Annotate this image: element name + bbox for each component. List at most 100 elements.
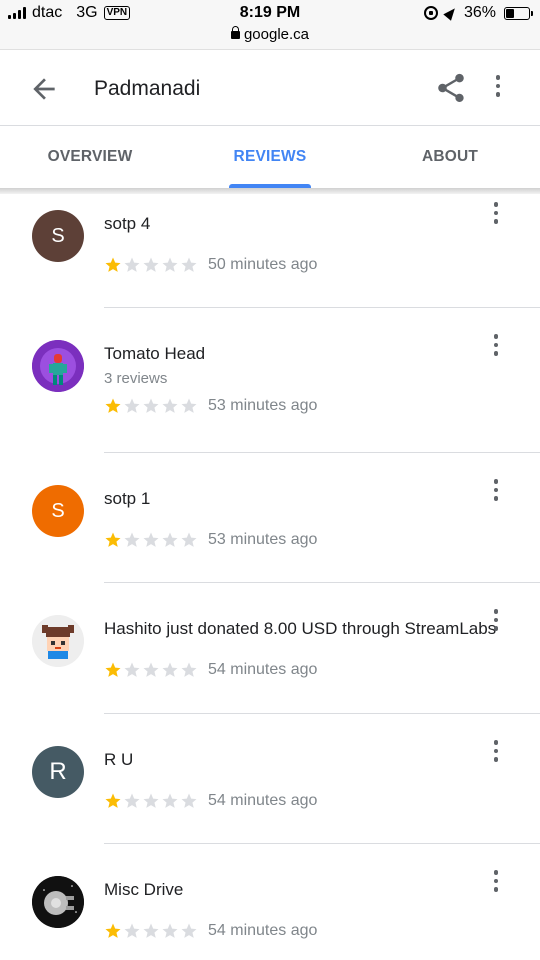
reviewer-name[interactable]: R U xyxy=(104,714,540,770)
star-filled-icon xyxy=(105,398,121,413)
star-rating xyxy=(104,661,198,679)
rating-row: 50 minutes ago xyxy=(104,256,540,274)
tab-about[interactable]: ABOUT xyxy=(360,126,540,188)
more-options-button[interactable] xyxy=(486,75,510,103)
review-more-button[interactable] xyxy=(493,609,498,631)
reviewer-review-count: 3 reviews xyxy=(104,370,168,387)
avatar-spaceship-icon xyxy=(32,876,84,928)
star-rating xyxy=(104,531,198,549)
review-time: 53 minutes ago xyxy=(208,397,318,414)
review-more-button[interactable] xyxy=(493,202,498,224)
status-right: 36% xyxy=(423,4,533,22)
dot-icon xyxy=(493,870,498,875)
star-empty-icon xyxy=(143,923,159,938)
star-empty-icon xyxy=(162,398,178,413)
dot-icon xyxy=(493,202,498,207)
review-item[interactable]: Hashito just donated 8.00 USD through St… xyxy=(32,583,540,714)
star-empty-icon xyxy=(143,532,159,547)
star-empty-icon xyxy=(124,532,140,547)
dot-icon xyxy=(493,351,498,356)
dot-icon xyxy=(495,83,501,88)
star-empty-icon xyxy=(181,398,197,413)
reviewer-name[interactable]: Hashito just donated 8.00 USD through St… xyxy=(104,583,540,639)
star-rating xyxy=(104,397,198,415)
tab-bar: OVERVIEW REVIEWS ABOUT xyxy=(0,126,540,188)
reviewer-name[interactable]: sotp 4 xyxy=(104,194,540,234)
avatar: R xyxy=(32,746,84,798)
review-item[interactable]: Misc Drive 54 minutes ago xyxy=(32,844,540,960)
avatar-letter: S xyxy=(51,499,65,522)
dot-icon xyxy=(493,887,498,892)
avatar-letter: S xyxy=(51,224,65,247)
star-empty-icon xyxy=(124,793,140,808)
review-item[interactable]: S sotp 1 53 minutes ago xyxy=(32,453,540,583)
star-empty-icon xyxy=(143,793,159,808)
tab-reviews[interactable]: REVIEWS xyxy=(180,126,360,188)
review-time: 54 minutes ago xyxy=(208,922,318,939)
share-button[interactable] xyxy=(434,71,468,105)
review-more-button[interactable] xyxy=(493,479,498,501)
review-item[interactable]: Tomato Head 3 reviews 53 minutes ago xyxy=(32,308,540,453)
star-empty-icon xyxy=(124,662,140,677)
star-filled-icon xyxy=(105,923,121,938)
star-empty-icon xyxy=(143,257,159,272)
review-more-button[interactable] xyxy=(493,740,498,762)
status-bar: dtac 3G VPN 8:19 PM google.ca 36% xyxy=(0,0,540,50)
avatar-character-icon xyxy=(32,615,84,667)
dot-icon xyxy=(493,342,498,347)
star-empty-icon xyxy=(124,398,140,413)
dot-icon xyxy=(493,496,498,501)
star-empty-icon xyxy=(124,923,140,938)
star-empty-icon xyxy=(162,793,178,808)
star-rating xyxy=(104,922,198,940)
dot-icon xyxy=(493,334,498,339)
review-more-button[interactable] xyxy=(493,870,498,892)
star-empty-icon xyxy=(162,923,178,938)
rating-row: 54 minutes ago xyxy=(104,792,540,810)
review-item[interactable]: R R U 54 minutes ago xyxy=(32,714,540,844)
star-rating xyxy=(104,792,198,810)
dot-icon xyxy=(495,92,501,97)
reviewer-name[interactable]: sotp 1 xyxy=(104,453,540,509)
star-empty-icon xyxy=(143,662,159,677)
rating-row: 54 minutes ago xyxy=(104,922,540,940)
star-empty-icon xyxy=(181,793,197,808)
app-bar: Padmanadi xyxy=(0,51,540,126)
star-filled-icon xyxy=(105,257,121,272)
star-empty-icon xyxy=(181,662,197,677)
lock-icon xyxy=(230,26,240,39)
avatar: S xyxy=(32,485,84,537)
review-more-button[interactable] xyxy=(493,334,498,356)
tab-overview[interactable]: OVERVIEW xyxy=(0,126,180,188)
arrow-back-icon xyxy=(33,78,55,100)
dot-icon xyxy=(493,626,498,631)
orientation-lock-icon xyxy=(423,6,438,20)
dot-icon xyxy=(493,609,498,614)
star-rating xyxy=(104,256,198,274)
reviewer-name[interactable]: Misc Drive xyxy=(104,844,540,900)
dot-icon xyxy=(493,487,498,492)
battery-percent: 36% xyxy=(463,4,496,21)
star-empty-icon xyxy=(162,257,178,272)
back-button[interactable] xyxy=(28,73,60,105)
page-title: Padmanadi xyxy=(94,77,201,100)
star-empty-icon xyxy=(181,532,197,547)
dot-icon xyxy=(493,210,498,215)
avatar-character-icon xyxy=(32,340,84,392)
dot-icon xyxy=(493,748,498,753)
star-empty-icon xyxy=(181,257,197,272)
review-item[interactable]: S sotp 4 50 minutes ago xyxy=(32,194,540,308)
review-time: 54 minutes ago xyxy=(208,792,318,809)
dot-icon xyxy=(493,757,498,762)
battery-icon xyxy=(504,6,533,20)
review-time: 53 minutes ago xyxy=(208,531,318,548)
share-icon xyxy=(438,73,464,103)
rating-row: 54 minutes ago xyxy=(104,661,540,679)
url-bar[interactable]: google.ca xyxy=(0,26,540,43)
avatar xyxy=(32,340,84,392)
star-empty-icon xyxy=(143,398,159,413)
reviewer-name[interactable]: Tomato Head xyxy=(104,308,540,364)
location-icon xyxy=(443,5,459,21)
avatar xyxy=(32,615,84,667)
rating-row: 53 minutes ago xyxy=(104,397,540,415)
